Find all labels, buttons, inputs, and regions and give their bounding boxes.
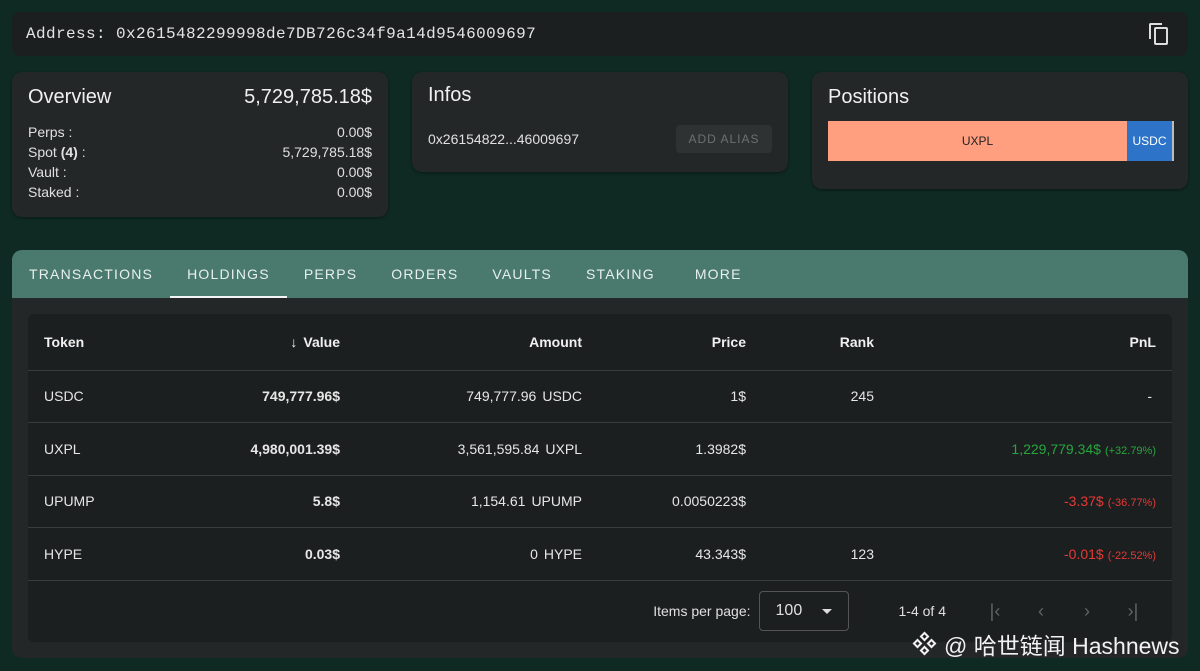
infos-short-address: 0x26154822...46009697 xyxy=(428,131,580,147)
address-label: Address: xyxy=(26,25,107,43)
page: Address: 0x2615482299998de7DB726c34f9a14… xyxy=(0,0,1200,671)
tab-perps[interactable]: PERPS xyxy=(287,250,374,298)
position-segment-usdc[interactable]: USDC xyxy=(1127,121,1172,161)
table-row[interactable]: HYPE 0.03$ 0 HYPE 43.343$ 123 -0.01$ (-22.… xyxy=(28,527,1172,581)
cell-rank: 123 xyxy=(762,527,890,581)
header-rank[interactable]: Rank xyxy=(762,314,890,371)
overview-row-label: Staked : xyxy=(28,184,80,200)
tab-bar: TRANSACTIONS HOLDINGS PERPS ORDERS VAULT… xyxy=(12,250,1188,298)
cell-amount: 3,561,595.84 UXPL xyxy=(356,422,598,476)
cell-value: 0.03$ xyxy=(148,527,356,581)
header-pnl[interactable]: PnL xyxy=(890,314,1172,371)
cell-amount: 0 HYPE xyxy=(356,527,598,581)
overview-row-value: 0.00$ xyxy=(336,124,372,140)
table-header-row: Token ↓ Value Amount Price Rank PnL xyxy=(28,314,1172,371)
cell-value: 5.8$ xyxy=(148,475,356,528)
table-row[interactable]: UXPL 4,980,001.39$ 3,561,595.84 UXPL 1.39… xyxy=(28,422,1172,476)
watermark: @ 哈世链闻 Hashnews xyxy=(912,628,1180,660)
table-row[interactable]: UPUMP 5.8$ 1,154.61 UPUMP 0.0050223$ -3.3… xyxy=(28,475,1172,528)
chevron-right-icon[interactable]: › xyxy=(1064,601,1110,622)
cell-token: UXPL xyxy=(28,422,148,476)
overview-row-value: 0.00$ xyxy=(336,164,372,180)
cell-price: 1$ xyxy=(598,370,762,423)
cell-price: 0.0050223$ xyxy=(598,475,762,528)
hashnews-logo-icon xyxy=(912,631,937,656)
cell-rank xyxy=(762,422,890,476)
tab-more[interactable]: MORE xyxy=(679,250,759,298)
address-text: Address: 0x2615482299998de7DB726c34f9a14… xyxy=(26,25,536,43)
watermark-text: @ 哈世链闻 Hashnews xyxy=(944,633,1180,659)
overview-row-value: 5,729,785.18$ xyxy=(282,144,372,160)
positions-title: Positions xyxy=(828,86,910,108)
tab-transactions[interactable]: TRANSACTIONS xyxy=(12,250,170,298)
header-amount[interactable]: Amount xyxy=(356,314,598,371)
cell-pnl: 1,229,779.34$ (+32.79%) xyxy=(890,422,1172,476)
holdings-panel: TRANSACTIONS HOLDINGS PERPS ORDERS VAULT… xyxy=(12,250,1188,658)
cell-pnl: -3.37$ (-36.77%) xyxy=(890,475,1172,528)
tab-orders[interactable]: ORDERS xyxy=(374,250,475,298)
tab-staking[interactable]: STAKING xyxy=(569,250,679,298)
position-segment-uxpl[interactable]: UXPL xyxy=(828,121,1127,161)
items-per-page-select[interactable]: 100 xyxy=(758,591,849,631)
add-alias-button[interactable]: ADD ALIAS xyxy=(676,125,772,153)
last-page-icon[interactable]: ›| xyxy=(1110,601,1156,622)
positions-bar: UXPL USDC xyxy=(828,121,1174,161)
overview-total: 5,729,785.18$ xyxy=(244,85,372,108)
cell-amount: 749,777.96 USDC xyxy=(356,370,598,423)
cell-amount: 1,154.61 UPUMP xyxy=(356,475,598,528)
header-price[interactable]: Price xyxy=(598,314,762,371)
overview-row-vault: Vault : 0.00$ xyxy=(28,162,372,182)
cell-price: 43.343$ xyxy=(598,527,762,581)
address-bar: Address: 0x2615482299998de7DB726c34f9a14… xyxy=(12,12,1188,56)
header-token[interactable]: Token xyxy=(28,314,148,371)
overview-row-label: Spot (4) : xyxy=(28,144,86,160)
spot-count: (4) xyxy=(60,144,78,160)
holdings-table: Token ↓ Value Amount Price Rank PnL USDC … xyxy=(28,314,1172,642)
cell-token: USDC xyxy=(28,370,148,423)
cell-pnl: - xyxy=(890,370,1172,423)
cell-token: UPUMP xyxy=(28,475,148,528)
copy-icon[interactable] xyxy=(1146,21,1172,47)
cell-rank: 245 xyxy=(762,370,890,423)
sort-arrow-down-icon: ↓ xyxy=(290,333,298,350)
tab-holdings[interactable]: HOLDINGS xyxy=(170,250,287,298)
cell-rank xyxy=(762,475,890,528)
header-value[interactable]: ↓ Value xyxy=(148,314,356,371)
table-row[interactable]: USDC 749,777.96$ 749,777.96 USDC 1$ 245 - xyxy=(28,370,1172,423)
address-value[interactable]: 0x2615482299998de7DB726c34f9a14d95460096… xyxy=(116,25,536,43)
pagination-range: 1-4 of 4 xyxy=(898,603,946,619)
items-per-page-label: Items per page: xyxy=(653,603,751,619)
overview-row-value: 0.00$ xyxy=(336,184,372,200)
overview-title: Overview xyxy=(28,85,112,108)
cell-pnl: -0.01$ (-22.52%) xyxy=(890,527,1172,581)
overview-row-label: Perps : xyxy=(28,124,73,140)
items-per-page-value: 100 xyxy=(775,602,803,619)
cell-price: 1.3982$ xyxy=(598,422,762,476)
overview-row-label: Vault : xyxy=(28,164,67,180)
overview-row-perps: Perps : 0.00$ xyxy=(28,122,372,142)
chevron-left-icon[interactable]: ‹ xyxy=(1018,601,1064,622)
cell-value: 749,777.96$ xyxy=(148,370,356,423)
cell-token: HYPE xyxy=(28,527,148,581)
first-page-icon[interactable]: |‹ xyxy=(972,601,1018,622)
infos-card: Infos 0x26154822...46009697 ADD ALIAS xyxy=(412,72,788,172)
positions-card: Positions UXPL USDC xyxy=(812,72,1188,189)
overview-row-staked: Staked : 0.00$ xyxy=(28,182,372,202)
cell-value: 4,980,001.39$ xyxy=(148,422,356,476)
infos-title: Infos xyxy=(428,84,472,106)
overview-row-spot: Spot (4) : 5,729,785.18$ xyxy=(28,142,372,162)
overview-card: Overview 5,729,785.18$ Perps : 0.00$ Spo… xyxy=(12,72,388,217)
tab-vaults[interactable]: VAULTS xyxy=(475,250,569,298)
caret-down-icon xyxy=(821,608,832,614)
